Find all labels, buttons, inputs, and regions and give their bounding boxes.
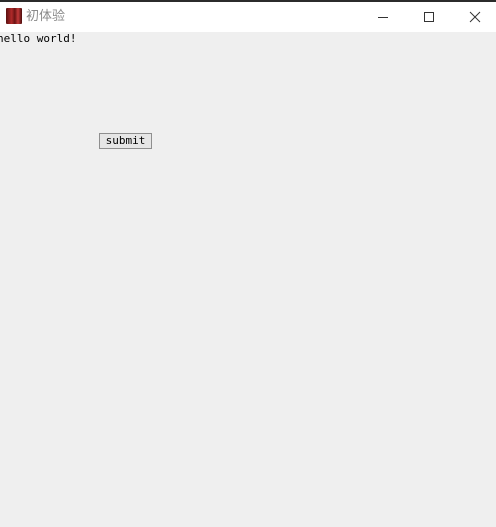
minimize-icon: [378, 17, 388, 18]
close-button[interactable]: [452, 2, 496, 32]
hello-label: hello world!: [0, 32, 77, 45]
minimize-button[interactable]: [360, 2, 406, 32]
app-window: 初体验 hello world! submit: [0, 0, 496, 527]
close-icon: [469, 11, 481, 23]
maximize-button[interactable]: [406, 2, 452, 32]
submit-button[interactable]: submit: [99, 133, 152, 149]
maximize-icon: [424, 12, 434, 22]
app-icon: [6, 8, 22, 24]
title-bar[interactable]: 初体验: [0, 2, 496, 32]
window-title: 初体验: [26, 9, 66, 24]
window-content: hello world! submit: [0, 32, 496, 527]
